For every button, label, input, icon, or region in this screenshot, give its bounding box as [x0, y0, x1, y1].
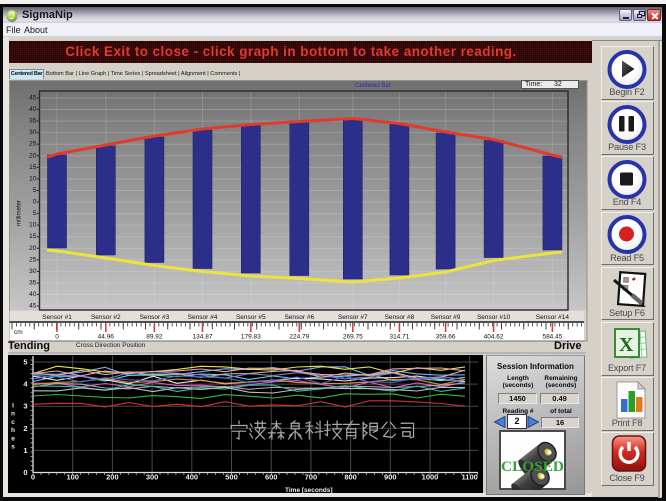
svg-text:700: 700: [305, 473, 318, 482]
svg-text:45: 45: [29, 303, 37, 310]
svg-text:5: 5: [33, 187, 37, 194]
svg-text:Sensor #8: Sensor #8: [385, 314, 415, 321]
svg-text:c: c: [11, 419, 15, 426]
svg-text:404.62: 404.62: [484, 334, 504, 341]
svg-text:40: 40: [29, 106, 37, 113]
svg-text:134.87: 134.87: [193, 334, 213, 341]
svg-text:h: h: [11, 427, 15, 434]
svg-text:35: 35: [29, 279, 37, 286]
svg-text:Sensor #9: Sensor #9: [431, 314, 461, 321]
svg-text:20: 20: [29, 245, 37, 252]
svg-text:1000: 1000: [422, 473, 439, 482]
svg-text:314.71: 314.71: [389, 334, 409, 341]
svg-text:Sensor #1: Sensor #1: [42, 314, 72, 321]
svg-text:CLOSED: CLOSED: [501, 459, 564, 475]
svg-text:1100: 1100: [462, 473, 478, 482]
svg-text:Sensor #5: Sensor #5: [236, 314, 266, 321]
svg-text:s: s: [11, 444, 15, 451]
svg-text:40: 40: [29, 291, 37, 298]
svg-text:Sensor #3: Sensor #3: [140, 314, 170, 321]
svg-text:Sensor #14: Sensor #14: [536, 314, 570, 321]
svg-text:224.79: 224.79: [289, 334, 309, 341]
svg-text:200: 200: [106, 473, 119, 482]
svg-text:25: 25: [29, 256, 37, 263]
svg-text:3: 3: [23, 402, 27, 411]
svg-text:0: 0: [33, 199, 37, 206]
svg-text:600: 600: [265, 473, 278, 482]
svg-text:Sensor #2: Sensor #2: [91, 314, 121, 321]
svg-text:0: 0: [23, 468, 27, 477]
svg-text:44.96: 44.96: [98, 334, 115, 341]
svg-text:1: 1: [23, 446, 27, 455]
svg-text:800: 800: [344, 473, 357, 482]
svg-text:35: 35: [29, 118, 37, 125]
svg-text:45: 45: [29, 95, 37, 102]
svg-text:5: 5: [23, 358, 27, 367]
svg-text:269.75: 269.75: [343, 334, 363, 341]
svg-text:Sensor #6: Sensor #6: [284, 314, 314, 321]
svg-text:Sensor #4: Sensor #4: [188, 314, 218, 321]
svg-text:e: e: [11, 435, 15, 442]
svg-text:100: 100: [66, 473, 79, 482]
svg-text:Sensor #10: Sensor #10: [477, 314, 511, 321]
svg-text:I: I: [12, 403, 14, 410]
svg-text:0: 0: [55, 334, 59, 341]
svg-text:179.83: 179.83: [241, 334, 261, 341]
svg-text:359.66: 359.66: [436, 334, 456, 341]
svg-text:cm: cm: [14, 329, 23, 336]
svg-text:15: 15: [29, 164, 37, 171]
svg-text:30: 30: [29, 129, 37, 136]
svg-text:900: 900: [384, 473, 397, 482]
svg-text:20: 20: [29, 152, 37, 159]
svg-text:0: 0: [31, 473, 35, 482]
svg-text:25: 25: [29, 141, 37, 148]
svg-text:89.92: 89.92: [146, 334, 163, 341]
svg-text:Time [seconds]: Time [seconds]: [285, 487, 333, 494]
svg-text:300: 300: [146, 473, 159, 482]
svg-text:10: 10: [29, 222, 37, 229]
svg-text:400: 400: [186, 473, 199, 482]
svg-text:millimeter: millimeter: [17, 200, 23, 226]
svg-text:30: 30: [29, 268, 37, 275]
svg-text:10: 10: [29, 175, 37, 182]
svg-text:15: 15: [29, 233, 37, 240]
svg-text:X: X: [619, 334, 634, 356]
svg-text:500: 500: [225, 473, 238, 482]
svg-text:5: 5: [33, 210, 37, 217]
svg-text:n: n: [11, 411, 15, 418]
svg-text:2: 2: [23, 424, 27, 433]
svg-text:Sensor #7: Sensor #7: [338, 314, 368, 321]
